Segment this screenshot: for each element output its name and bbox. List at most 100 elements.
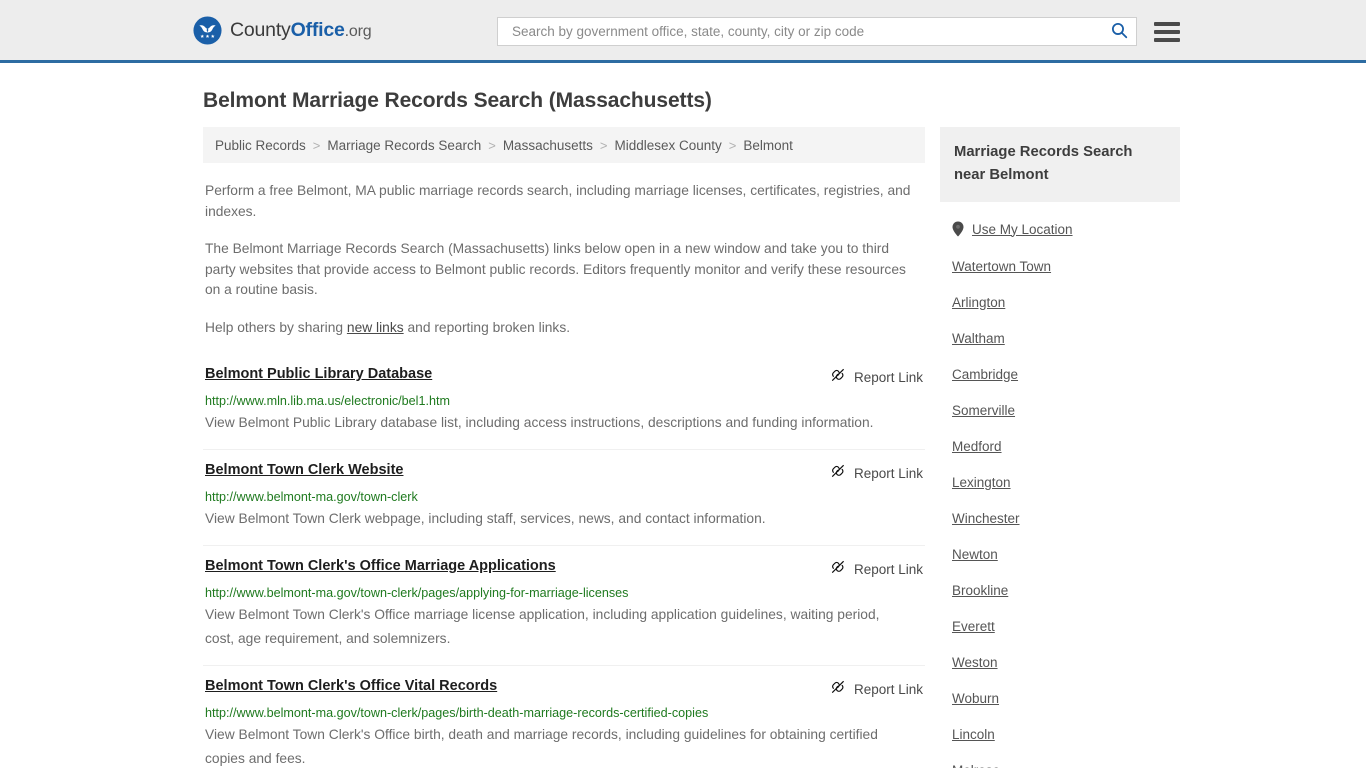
use-my-location-link[interactable]: Use My Location [972, 222, 1073, 237]
sidebar: Marriage Records Search near Belmont Use… [940, 127, 1180, 768]
report-link-label: Report Link [853, 682, 923, 697]
map-pin-icon [952, 221, 964, 237]
sidebar-link-label[interactable]: Brookline [952, 583, 1008, 598]
search-button[interactable] [1105, 22, 1130, 42]
header-search-zone [497, 17, 1180, 46]
site-header: CountyOffice.org [0, 0, 1366, 63]
sidebar-link-label[interactable]: Melrose [952, 763, 1000, 768]
sidebar-item-brookline[interactable]: Brookline [952, 572, 1180, 608]
sidebar-link-label[interactable]: Everett [952, 619, 995, 634]
report-link-label: Report Link [853, 466, 923, 481]
site-logo-text: CountyOffice.org [230, 18, 372, 42]
sidebar-link-label[interactable]: Lincoln [952, 727, 995, 742]
sidebar-link-label[interactable]: Arlington [952, 295, 1005, 310]
sidebar-item-arlington[interactable]: Arlington [952, 284, 1180, 320]
result-title-link[interactable]: Belmont Public Library Database [205, 366, 432, 382]
search-icon [1111, 22, 1128, 42]
sidebar-item-weston[interactable]: Weston [952, 644, 1180, 680]
sidebar-item-everett[interactable]: Everett [952, 608, 1180, 644]
breadcrumb-separator: > [312, 137, 321, 153]
sidebar-panel-title: Marriage Records Search near Belmont [940, 127, 1180, 202]
result-header: Belmont Town Clerk Website Report Link [205, 462, 923, 484]
breadcrumb-item-middlesex-county[interactable]: Middlesex County [614, 138, 721, 153]
sidebar-item-woburn[interactable]: Woburn [952, 680, 1180, 716]
report-link-button[interactable]: Report Link [830, 462, 923, 484]
sidebar-item-cambridge[interactable]: Cambridge [952, 356, 1180, 392]
sidebar-item-winchester[interactable]: Winchester [952, 500, 1180, 536]
result-description: View Belmont Public Library database lis… [205, 415, 874, 430]
broken-link-icon [830, 559, 846, 580]
breadcrumb-item-marriage-records-search[interactable]: Marriage Records Search [327, 138, 481, 153]
result-url[interactable]: http://www.mln.lib.ma.us/electronic/bel1… [205, 394, 923, 408]
breadcrumb-separator: > [728, 137, 737, 153]
logo-text-county: County [230, 18, 291, 41]
sidebar-link-label[interactable]: Newton [952, 547, 998, 562]
result-url[interactable]: http://www.belmont-ma.gov/town-clerk [205, 490, 923, 504]
sidebar-link-label[interactable]: Waltham [952, 331, 1005, 346]
result-item: Belmont Town Clerk's Office Marriage App… [203, 545, 925, 665]
sidebar-link-label[interactable]: Winchester [952, 511, 1020, 526]
breadcrumb-separator: > [488, 137, 496, 153]
sidebar-item-watertown-town[interactable]: Watertown Town [952, 248, 1180, 284]
sidebar-item-melrose[interactable]: Melrose [952, 752, 1180, 768]
result-header: Belmont Town Clerk's Office Marriage App… [205, 558, 923, 580]
result-description: View Belmont Town Clerk webpage, includi… [205, 511, 766, 526]
result-url[interactable]: http://www.belmont-ma.gov/town-clerk/pag… [205, 586, 923, 600]
hamburger-menu-icon[interactable] [1154, 21, 1180, 42]
sidebar-link-label[interactable]: Watertown Town [952, 259, 1051, 274]
hamburger-bar-1 [1154, 21, 1180, 26]
content-row: Public Records > Marriage Records Search… [0, 127, 1366, 768]
breadcrumb: Public Records > Marriage Records Search… [203, 127, 925, 163]
new-links-link[interactable]: new links [347, 320, 404, 335]
breadcrumb-separator: > [599, 137, 608, 153]
intro-paragraph-3-after: and reporting broken links. [403, 319, 571, 335]
result-item: Belmont Public Library Database Report L… [203, 360, 925, 449]
result-header: Belmont Public Library Database Report L… [205, 366, 923, 388]
breadcrumb-item-belmont: Belmont [743, 137, 793, 153]
logo-text-org: .org [344, 22, 372, 40]
intro-paragraph-1: Perform a free Belmont, MA public marria… [205, 183, 911, 219]
search-input[interactable] [510, 23, 1105, 40]
result-description: View Belmont Town Clerk's Office birth, … [205, 727, 878, 766]
search-box[interactable] [497, 17, 1137, 46]
sidebar-item-somerville[interactable]: Somerville [952, 392, 1180, 428]
use-my-location-row[interactable]: Use My Location [952, 210, 1180, 248]
sidebar-link-label[interactable]: Lexington [952, 475, 1011, 490]
result-header: Belmont Town Clerk's Office Vital Record… [205, 678, 923, 700]
report-link-button[interactable]: Report Link [830, 366, 923, 388]
hamburger-bar-3 [1154, 37, 1180, 42]
sidebar-item-lincoln[interactable]: Lincoln [952, 716, 1180, 752]
broken-link-icon [830, 463, 846, 484]
intro-paragraph-2: The Belmont Marriage Records Search (Mas… [205, 241, 906, 297]
report-link-button[interactable]: Report Link [830, 678, 923, 700]
result-description: View Belmont Town Clerk's Office marriag… [205, 607, 880, 646]
sidebar-item-lexington[interactable]: Lexington [952, 464, 1180, 500]
report-link-button[interactable]: Report Link [830, 558, 923, 580]
sidebar-link-label[interactable]: Woburn [952, 691, 999, 706]
result-title-link[interactable]: Belmont Town Clerk's Office Marriage App… [205, 558, 556, 574]
sidebar-link-label[interactable]: Somerville [952, 403, 1015, 418]
sidebar-item-medford[interactable]: Medford [952, 428, 1180, 464]
main-column: Public Records > Marriage Records Search… [203, 127, 925, 768]
result-url[interactable]: http://www.belmont-ma.gov/town-clerk/pag… [205, 706, 923, 720]
intro-paragraph-3: Help others by sharing new links and rep… [205, 318, 921, 339]
page-body: Belmont Marriage Records Search (Massach… [0, 89, 1366, 768]
logo-text-office: Office [290, 18, 345, 41]
hamburger-bar-2 [1154, 29, 1180, 34]
results-list: Belmont Public Library Database Report L… [203, 360, 925, 768]
site-logo[interactable]: CountyOffice.org [193, 15, 372, 45]
result-title-link[interactable]: Belmont Town Clerk Website [205, 462, 403, 478]
breadcrumb-item-massachusetts[interactable]: Massachusetts [503, 138, 593, 153]
sidebar-item-waltham[interactable]: Waltham [952, 320, 1180, 356]
sidebar-link-label[interactable]: Medford [952, 439, 1002, 454]
breadcrumb-item-public-records[interactable]: Public Records [215, 138, 306, 153]
page-title: Belmont Marriage Records Search (Massach… [203, 89, 712, 112]
broken-link-icon [830, 367, 846, 388]
sidebar-link-label[interactable]: Cambridge [952, 367, 1018, 382]
sidebar-link-label[interactable]: Weston [952, 655, 998, 670]
sidebar-links: Use My Location Watertown Town Arlington… [940, 210, 1180, 768]
result-title-link[interactable]: Belmont Town Clerk's Office Vital Record… [205, 678, 497, 694]
sidebar-item-newton[interactable]: Newton [952, 536, 1180, 572]
report-link-label: Report Link [853, 370, 923, 385]
result-item: Belmont Town Clerk Website Report Link h… [203, 449, 925, 545]
